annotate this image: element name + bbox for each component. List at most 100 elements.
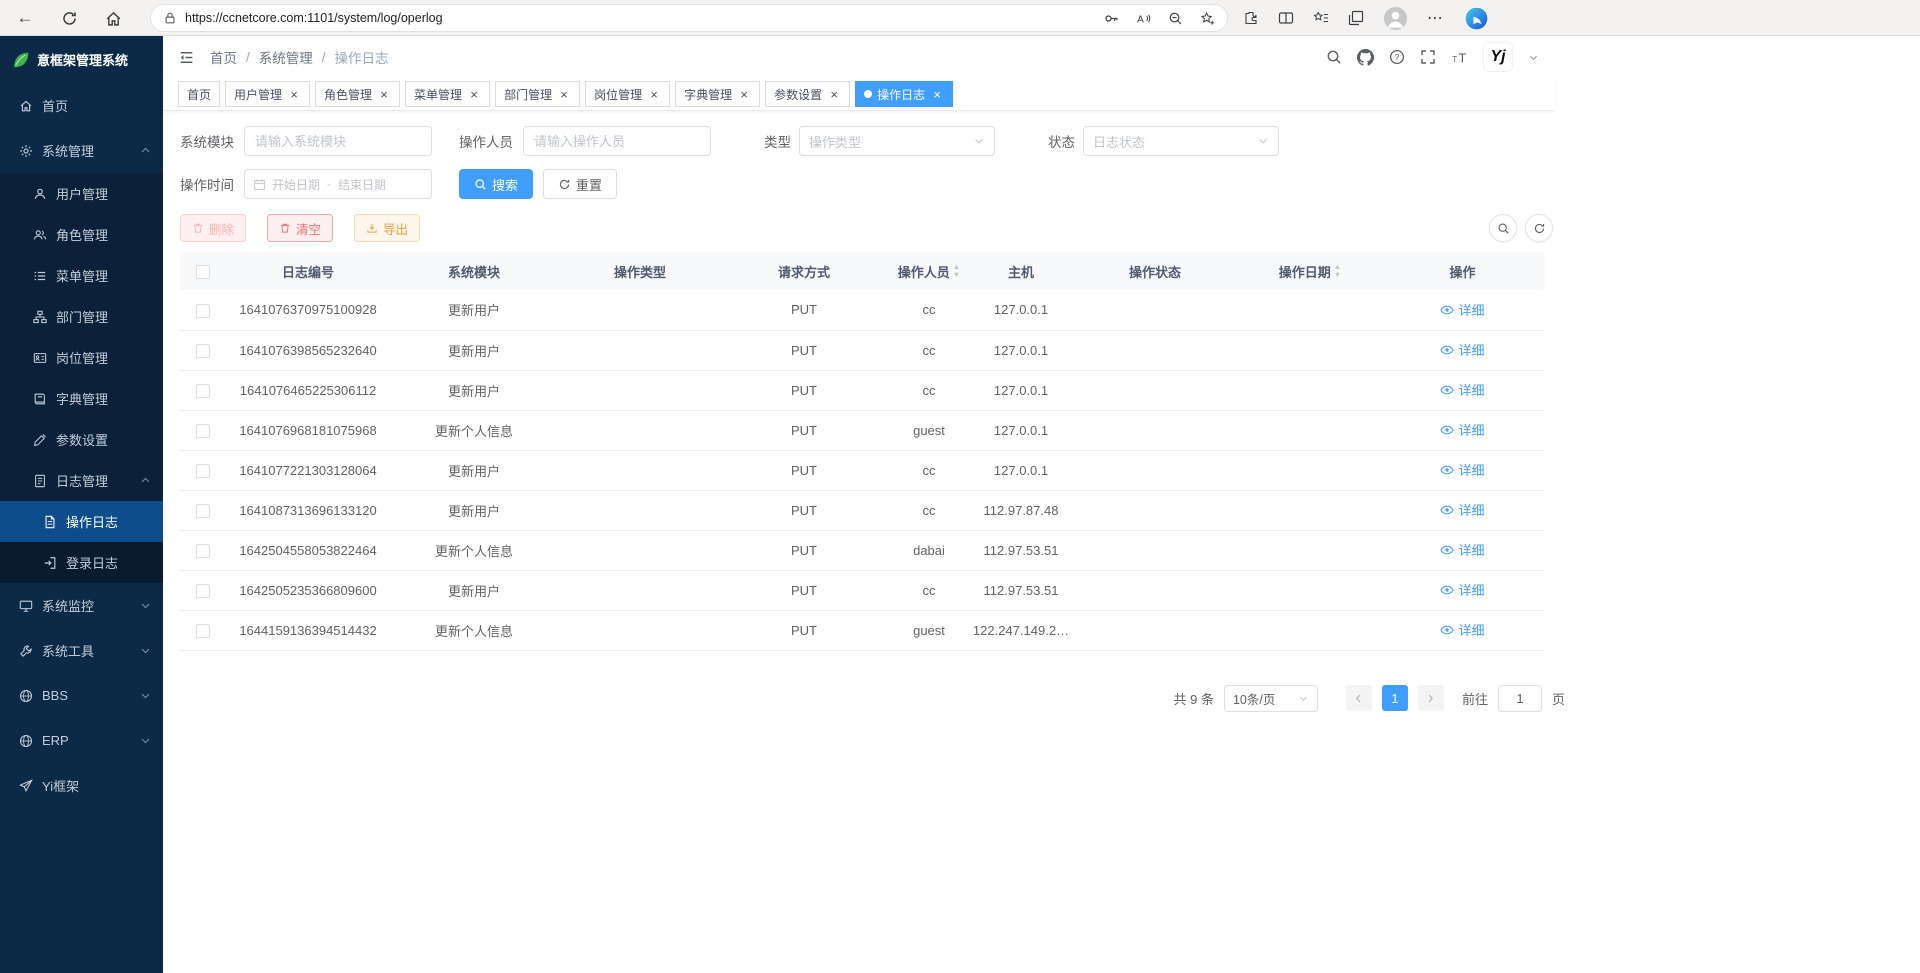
- copilot-bing-icon[interactable]: [1463, 5, 1490, 32]
- row-checkbox[interactable]: [196, 624, 210, 638]
- search-icon[interactable]: [1326, 49, 1342, 65]
- row-checkbox[interactable]: [196, 584, 210, 598]
- tab-dict-mgmt[interactable]: 字典管理×: [675, 81, 760, 107]
- detail-link[interactable]: 详细: [1440, 580, 1484, 599]
- zoom-out-icon[interactable]: [1168, 11, 1183, 26]
- row-checkbox[interactable]: [196, 464, 210, 478]
- read-aloud-icon[interactable]: A: [1136, 11, 1151, 26]
- password-key-icon[interactable]: [1104, 11, 1119, 26]
- operator-input[interactable]: [523, 126, 711, 156]
- module-input[interactable]: [244, 126, 432, 156]
- user-avatar[interactable]: Yj: [1483, 42, 1513, 72]
- split-screen-icon[interactable]: [1278, 10, 1294, 26]
- fullscreen-icon[interactable]: [1420, 49, 1436, 65]
- browser-profile-avatar[interactable]: [1383, 6, 1408, 31]
- table-row[interactable]: 1641087313696133120 更新用户 PUT cc 112.97.8…: [180, 490, 1545, 530]
- help-icon[interactable]: ?: [1389, 49, 1405, 65]
- sidebar-item-oper-log[interactable]: 操作日志: [0, 501, 163, 542]
- sort-icons[interactable]: ▲▼: [953, 263, 960, 280]
- col-operator[interactable]: 操作人员▲▼: [886, 252, 972, 290]
- sidebar-item-log-mgmt[interactable]: 日志管理: [0, 460, 163, 501]
- sidebar-item-role-mgmt[interactable]: 角色管理: [0, 214, 163, 255]
- start-date-input[interactable]: 开始日期: [272, 176, 320, 193]
- sidebar-item-system-mgmt[interactable]: 系统管理: [0, 128, 163, 173]
- table-row[interactable]: 1641076968181075968 更新个人信息 PUT guest 127…: [180, 410, 1545, 450]
- page-1-button[interactable]: 1: [1382, 685, 1408, 711]
- tab-home[interactable]: 首页: [178, 81, 220, 107]
- favorites-icon[interactable]: [1313, 10, 1329, 26]
- tab-role-mgmt[interactable]: 角色管理×: [315, 81, 400, 107]
- date-range-picker[interactable]: 开始日期 - 结束日期: [244, 169, 432, 199]
- table-row[interactable]: 1642504558053822464 更新个人信息 PUT dabai 112…: [180, 530, 1545, 570]
- sidebar-item-system-monitor[interactable]: 系统监控: [0, 583, 163, 628]
- col-date[interactable]: 操作日期▲▼: [1240, 252, 1380, 290]
- detail-link[interactable]: 详细: [1440, 620, 1484, 639]
- row-checkbox[interactable]: [196, 504, 210, 518]
- close-icon[interactable]: ×: [647, 87, 661, 101]
- type-select[interactable]: 操作类型: [799, 126, 995, 156]
- close-icon[interactable]: ×: [287, 87, 301, 101]
- tab-post-mgmt[interactable]: 岗位管理×: [585, 81, 670, 107]
- export-button[interactable]: 导出: [354, 214, 420, 242]
- table-row[interactable]: 1641076465225306112 更新用户 PUT cc 127.0.0.…: [180, 370, 1545, 410]
- detail-link[interactable]: 详细: [1440, 460, 1484, 479]
- prev-page-button[interactable]: [1346, 685, 1372, 711]
- sidebar-item-yi-framework[interactable]: Yi框架: [0, 763, 163, 808]
- page-size-select[interactable]: 10条/页: [1224, 685, 1318, 712]
- browser-menu-icon[interactable]: ⋯: [1427, 8, 1444, 28]
- extensions-icon[interactable]: [1243, 10, 1259, 26]
- close-icon[interactable]: ×: [377, 87, 391, 101]
- row-checkbox[interactable]: [196, 344, 210, 358]
- reload-icon[interactable]: [58, 7, 80, 29]
- table-row[interactable]: 1644159136394514432 更新个人信息 PUT guest 122…: [180, 610, 1545, 650]
- detail-link[interactable]: 详细: [1440, 380, 1484, 399]
- row-checkbox[interactable]: [196, 544, 210, 558]
- search-button[interactable]: 搜索: [459, 169, 533, 199]
- sidebar-item-dept-mgmt[interactable]: 部门管理: [0, 296, 163, 337]
- sidebar-item-system-tools[interactable]: 系统工具: [0, 628, 163, 673]
- table-row[interactable]: 1641076370975100928 更新用户 PUT cc 127.0.0.…: [180, 290, 1545, 330]
- detail-link[interactable]: 详细: [1440, 300, 1484, 319]
- sidebar-item-home[interactable]: 首页: [0, 83, 163, 128]
- end-date-input[interactable]: 结束日期: [338, 176, 386, 193]
- goto-page-input[interactable]: [1498, 685, 1542, 712]
- collections-icon[interactable]: [1348, 10, 1364, 26]
- close-icon[interactable]: ×: [557, 87, 571, 101]
- row-checkbox[interactable]: [196, 304, 210, 318]
- close-icon[interactable]: ×: [827, 87, 841, 101]
- status-select[interactable]: 日志状态: [1083, 126, 1279, 156]
- github-icon[interactable]: [1357, 49, 1374, 66]
- detail-link[interactable]: 详细: [1440, 500, 1484, 519]
- detail-link[interactable]: 详细: [1440, 340, 1484, 359]
- table-row[interactable]: 1641076398565232640 更新用户 PUT cc 127.0.0.…: [180, 330, 1545, 370]
- add-favorite-star-icon[interactable]: [1200, 11, 1215, 26]
- close-icon[interactable]: ×: [467, 87, 481, 101]
- select-all-checkbox[interactable]: [196, 265, 210, 279]
- toggle-search-button[interactable]: [1489, 214, 1517, 242]
- close-icon[interactable]: ×: [930, 87, 944, 101]
- sidebar-toggle-icon[interactable]: [178, 49, 195, 66]
- back-icon[interactable]: ←: [14, 7, 36, 29]
- sidebar-item-dict-mgmt[interactable]: 字典管理: [0, 378, 163, 419]
- sidebar-item-erp[interactable]: ERP: [0, 718, 163, 763]
- sidebar-item-menu-mgmt[interactable]: 菜单管理: [0, 255, 163, 296]
- sort-icons[interactable]: ▲▼: [1334, 263, 1341, 280]
- row-checkbox[interactable]: [196, 384, 210, 398]
- sidebar-item-login-log[interactable]: 登录日志: [0, 542, 163, 583]
- refresh-table-button[interactable]: [1525, 214, 1553, 242]
- breadcrumb-system-mgmt[interactable]: 系统管理: [259, 47, 313, 67]
- chevron-down-icon[interactable]: [1528, 52, 1539, 63]
- tab-param-settings[interactable]: 参数设置×: [765, 81, 850, 107]
- detail-link[interactable]: 详细: [1440, 540, 1484, 559]
- clear-button[interactable]: 清空: [267, 214, 333, 242]
- delete-button[interactable]: 删除: [180, 214, 246, 242]
- breadcrumb-home[interactable]: 首页: [210, 47, 237, 67]
- sidebar-item-param-settings[interactable]: 参数设置: [0, 419, 163, 460]
- close-icon[interactable]: ×: [737, 87, 751, 101]
- table-row[interactable]: 1641077221303128064 更新用户 PUT cc 127.0.0.…: [180, 450, 1545, 490]
- sidebar-item-post-mgmt[interactable]: 岗位管理: [0, 337, 163, 378]
- reset-button[interactable]: 重置: [543, 169, 617, 199]
- tab-menu-mgmt[interactable]: 菜单管理×: [405, 81, 490, 107]
- row-checkbox[interactable]: [196, 424, 210, 438]
- table-row[interactable]: 1642505235366809600 更新用户 PUT cc 112.97.5…: [180, 570, 1545, 610]
